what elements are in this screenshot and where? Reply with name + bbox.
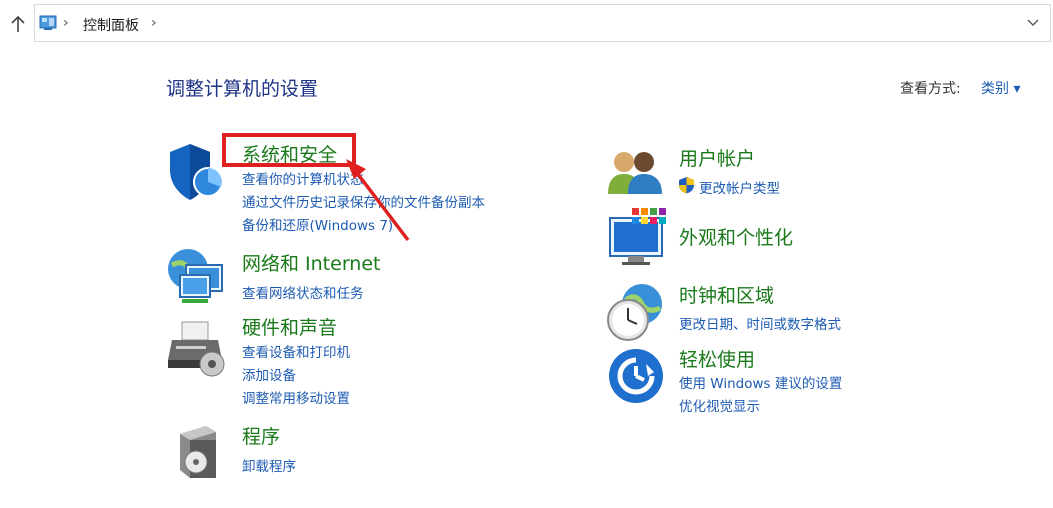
- clock-globe-icon[interactable]: [606, 282, 666, 342]
- category-appearance-personalization[interactable]: 外观和个性化: [679, 223, 793, 250]
- user-accounts-icon[interactable]: [606, 148, 666, 196]
- appearance-icon[interactable]: [608, 208, 666, 268]
- printer-icon[interactable]: [168, 316, 228, 378]
- breadcrumb-control-panel[interactable]: 控制面板: [83, 15, 139, 35]
- network-globe-icon[interactable]: [166, 245, 226, 307]
- link-optimize-visual-display[interactable]: 优化视觉显示: [679, 395, 760, 415]
- red-arrow-annotation: [346, 159, 410, 242]
- link-network-status[interactable]: 查看网络状态和任务: [242, 282, 364, 302]
- page-title: 调整计算机的设置: [166, 78, 319, 100]
- link-devices-printers[interactable]: 查看设备和打印机: [242, 341, 350, 361]
- uac-shield-icon: [679, 177, 694, 194]
- link-add-device[interactable]: 添加设备: [242, 364, 296, 384]
- link-windows-recommended-settings[interactable]: 使用 Windows 建议的设置: [679, 372, 842, 392]
- category-programs[interactable]: 程序: [242, 422, 280, 449]
- link-change-date-time-format[interactable]: 更改日期、时间或数字格式: [679, 313, 841, 333]
- up-arrow-icon[interactable]: [8, 12, 28, 36]
- highlight-box: [222, 133, 356, 167]
- shield-icon[interactable]: [168, 142, 226, 204]
- category-ease-of-access[interactable]: 轻松使用: [679, 345, 755, 372]
- ease-of-access-icon[interactable]: [608, 348, 664, 404]
- programs-icon[interactable]: [176, 424, 220, 478]
- chevron-down-icon[interactable]: [1026, 18, 1040, 28]
- category-clock-region[interactable]: 时钟和区域: [679, 281, 774, 308]
- control-panel-icon: [39, 15, 57, 30]
- breadcrumb-separator-icon[interactable]: ›: [63, 15, 69, 31]
- link-mobility-settings[interactable]: 调整常用移动设置: [242, 387, 350, 407]
- link-uninstall-program[interactable]: 卸载程序: [242, 455, 296, 475]
- category-user-accounts[interactable]: 用户帐户: [679, 144, 755, 171]
- category-network-internet[interactable]: 网络和 Internet: [242, 249, 380, 276]
- view-by-dropdown[interactable]: 类别 ▾: [981, 78, 1020, 98]
- link-change-account-type[interactable]: 更改帐户类型: [699, 177, 780, 197]
- view-by-label: 查看方式:: [900, 81, 961, 97]
- breadcrumb-separator-icon[interactable]: ›: [151, 15, 157, 31]
- address-bar[interactable]: › 控制面板 ›: [34, 4, 1051, 42]
- category-hardware-sound[interactable]: 硬件和声音: [242, 313, 337, 340]
